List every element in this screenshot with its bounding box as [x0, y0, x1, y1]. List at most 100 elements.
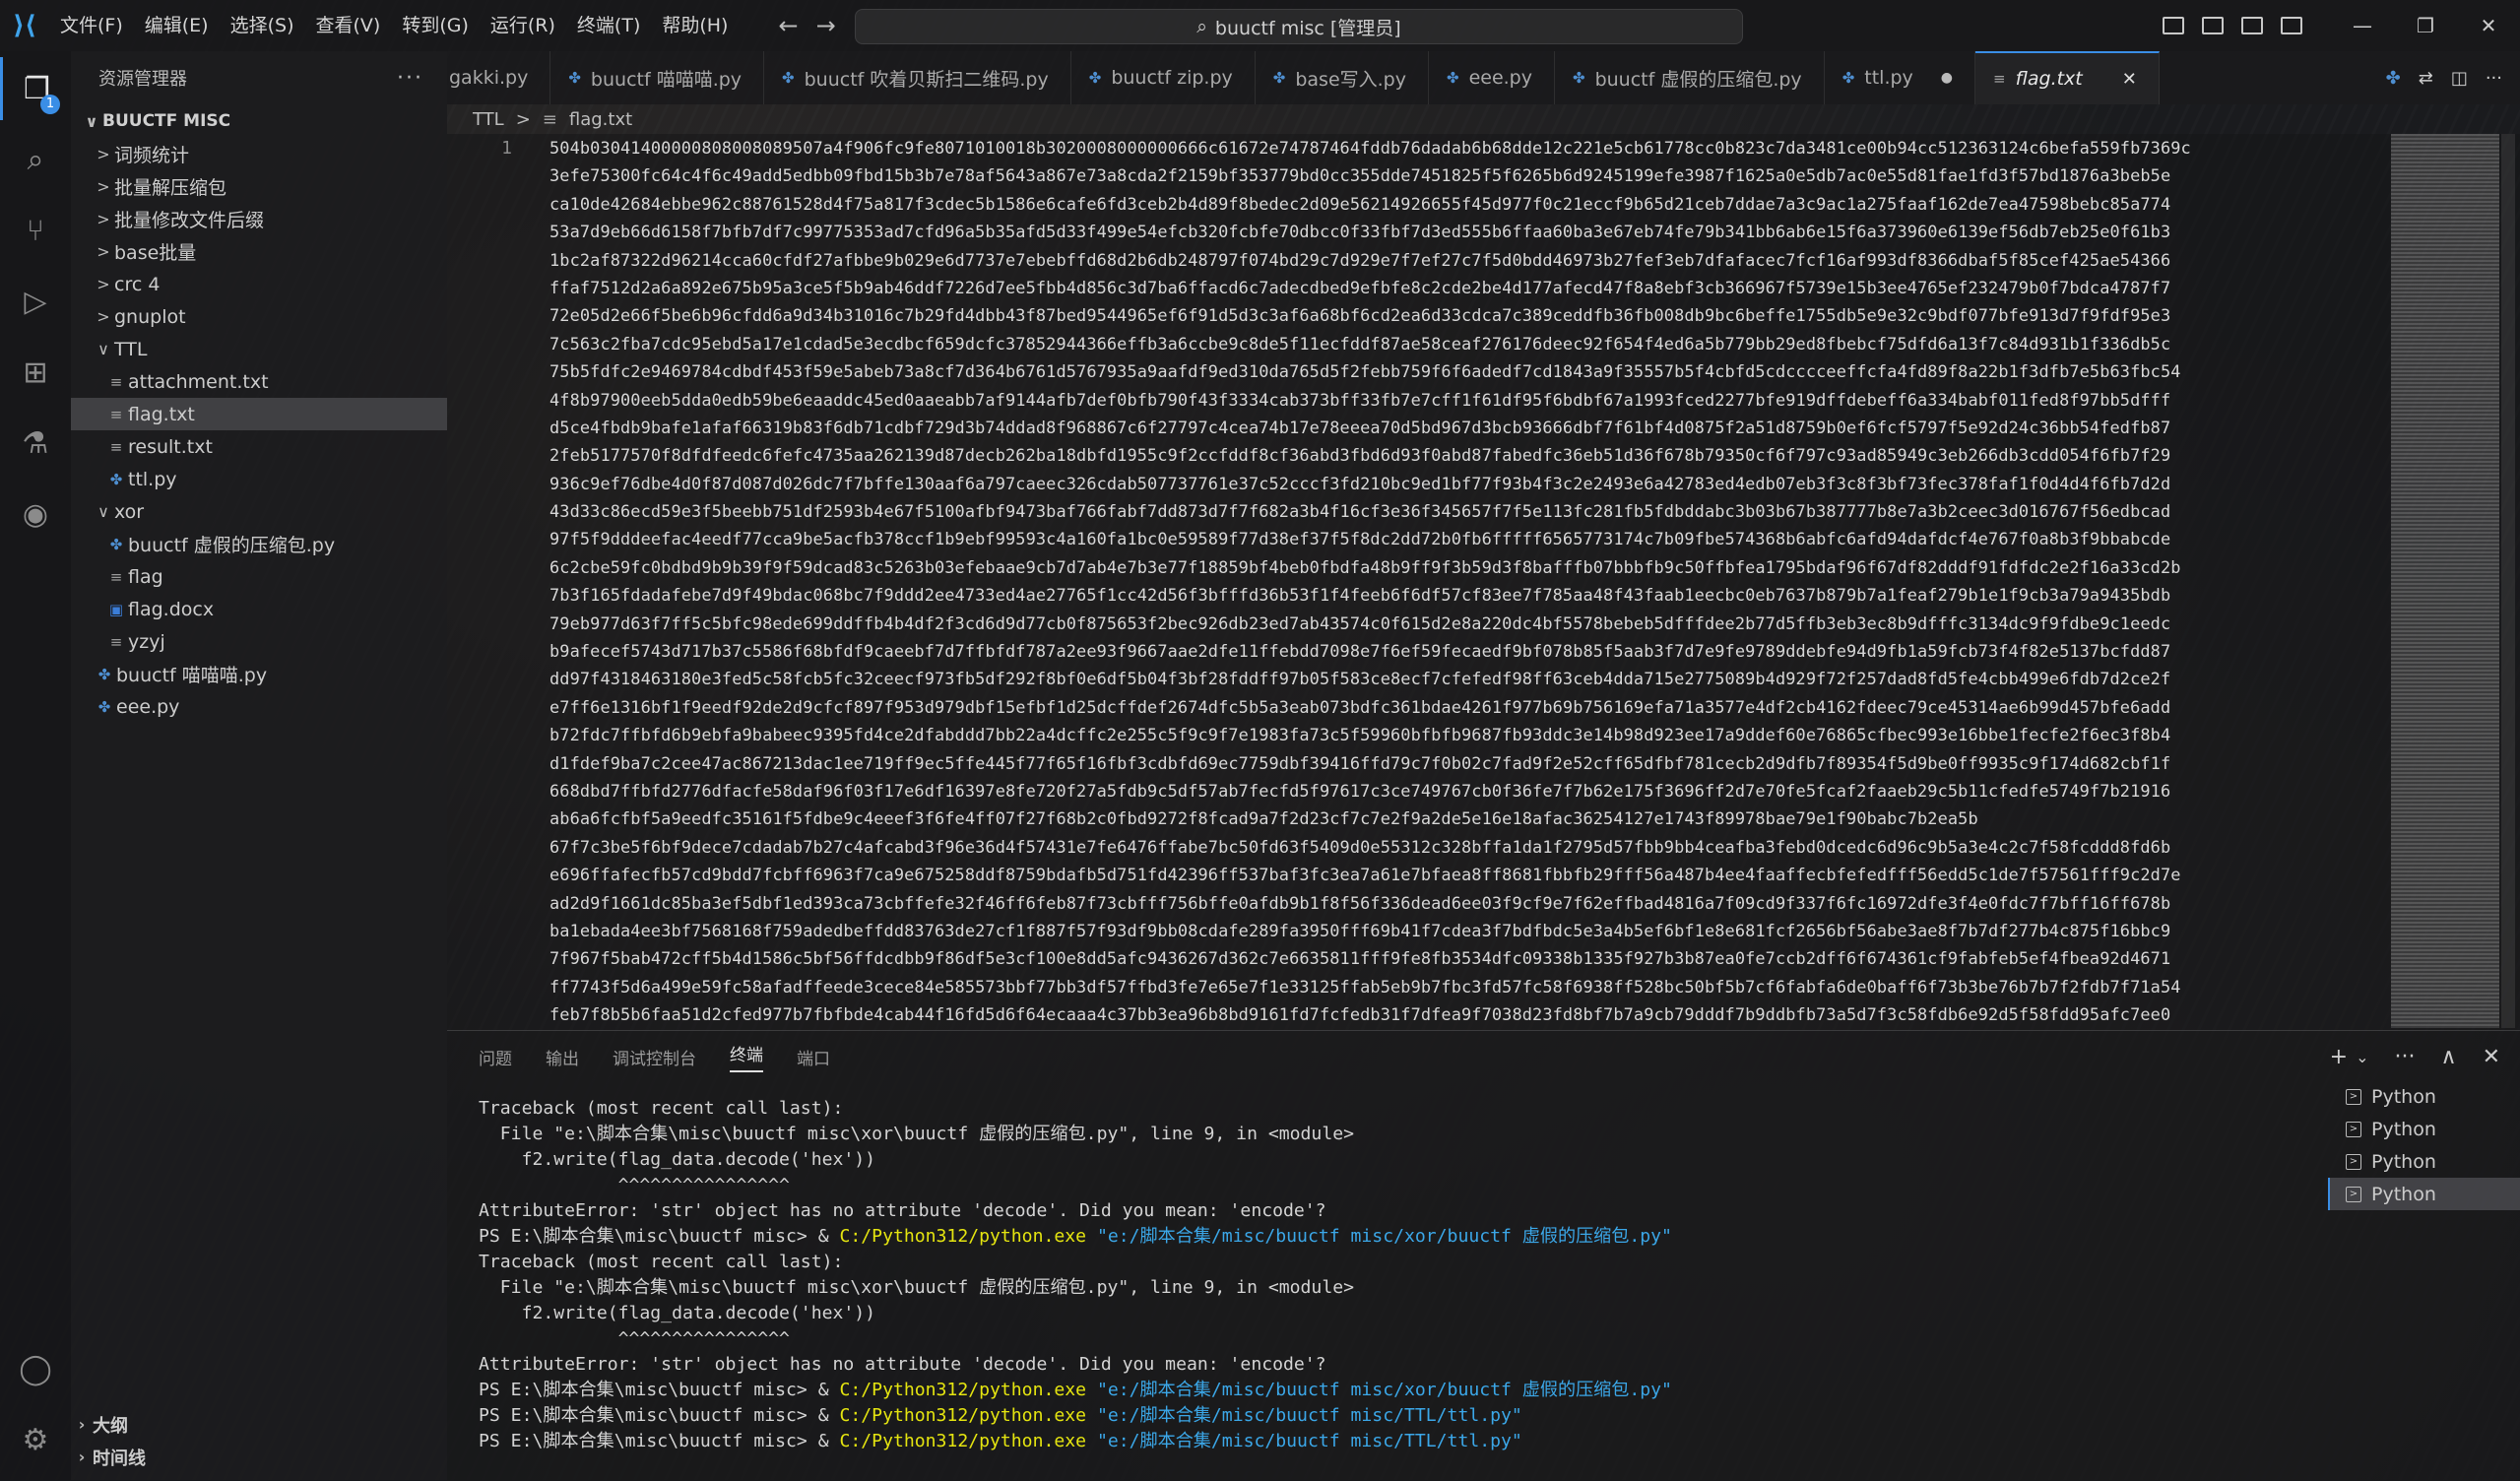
- more-actions-icon[interactable]: ···: [2486, 68, 2502, 89]
- command-center-search[interactable]: ⌕ buuctf misc [管理员]: [855, 9, 1743, 44]
- tree-file-eee-py[interactable]: ✤ eee.py: [71, 690, 447, 723]
- panel-tab-debug-console[interactable]: 调试控制台: [613, 1045, 696, 1069]
- terminal-instance-active[interactable]: > Python: [2328, 1178, 2520, 1210]
- tree-folder-ttl[interactable]: ∨ TTL: [71, 333, 447, 365]
- terminal-output[interactable]: Traceback (most recent call last): File …: [479, 1096, 2271, 1454]
- panel-tab-terminal[interactable]: 终端: [730, 1041, 763, 1072]
- terminal-instance[interactable]: > Python: [2328, 1080, 2520, 1113]
- tab-eee-py[interactable]: ✤ eee.py: [1429, 51, 1555, 104]
- editor-text[interactable]: 504b03041400000808008089507a4f906fc9fe80…: [549, 134, 2371, 1029]
- tab-gakki-py[interactable]: gakki.py: [447, 51, 551, 104]
- customize-layout-icon[interactable]: [2281, 17, 2302, 34]
- menu-view[interactable]: 查看(V): [305, 0, 392, 51]
- tab-bass-qr-py[interactable]: ✤ buuctf 吹着贝斯扫二维码.py: [764, 51, 1071, 104]
- tree-folder-xor[interactable]: ∨ xor: [71, 495, 447, 528]
- tree-file-result-txt[interactable]: ≡ result.txt: [71, 430, 447, 463]
- account-icon[interactable]: ◯: [0, 1337, 71, 1400]
- extensions-icon[interactable]: ⊞: [0, 341, 71, 404]
- tab-fake-zip-py[interactable]: ✤ buuctf 虚假的压缩包.py: [1555, 51, 1825, 104]
- more-actions-icon[interactable]: ···: [397, 66, 423, 91]
- menu-run[interactable]: 运行(R): [480, 0, 566, 51]
- terminal-instance[interactable]: > Python: [2328, 1113, 2520, 1145]
- terminal-instance[interactable]: > Python: [2328, 1145, 2520, 1178]
- menu-file[interactable]: 文件(F): [49, 0, 134, 51]
- terminal-text: AttributeError: 'str' object has no attr…: [479, 1354, 1326, 1375]
- tab-meow-py[interactable]: ✤ buuctf 喵喵喵.py: [550, 51, 765, 104]
- terminal-text: f2.write(flag_data.decode('hex')): [479, 1303, 876, 1323]
- code-line: 7c563c2fba7cdc95ebd5a17e1cdad5e3ecdbcf65…: [549, 333, 2171, 354]
- source-control-icon[interactable]: ⑂: [0, 199, 71, 262]
- close-window-icon[interactable]: ✕: [2457, 14, 2520, 37]
- tab-zip-py[interactable]: ✤ buuctf zip.py: [1071, 51, 1256, 104]
- tree-file-flag-txt[interactable]: ≡ flag.txt: [71, 398, 447, 430]
- explorer-title: 资源管理器: [98, 69, 187, 90]
- panel-tab-output[interactable]: 输出: [546, 1045, 579, 1069]
- terminal-exe-path: C:/Python312/python.exe: [839, 1405, 1087, 1426]
- tree-folder-batch-rename[interactable]: > 批量修改文件后缀: [71, 203, 447, 235]
- menu-selection[interactable]: 选择(S): [220, 0, 305, 51]
- toggle-primary-sidebar-icon[interactable]: [2163, 17, 2184, 34]
- tab-label: buuctf zip.py: [1111, 67, 1233, 89]
- close-tab-icon[interactable]: ✕: [2122, 69, 2137, 90]
- tab-label: gakki.py: [449, 67, 529, 89]
- python-file-icon: ✤: [782, 69, 795, 87]
- run-python-icon[interactable]: ✤: [2386, 68, 2401, 89]
- tree-folder-crc4[interactable]: > crc 4: [71, 268, 447, 300]
- explorer-icon[interactable]: ❐ 1: [0, 57, 71, 120]
- search-view-icon[interactable]: ⌕: [0, 128, 71, 191]
- tree-file-attachment-txt[interactable]: ≡ attachment.txt: [71, 365, 447, 398]
- menu-go[interactable]: 转到(G): [391, 0, 480, 51]
- minimize-icon[interactable]: —: [2331, 14, 2394, 37]
- tree-folder-gnuplot[interactable]: > gnuplot: [71, 300, 447, 333]
- workspace-root[interactable]: ∨ BUUCTF MISC: [71, 104, 447, 138]
- chevron-down-icon[interactable]: ⌄: [2356, 1048, 2368, 1066]
- tree-file-flag-docx[interactable]: ▣ flag.docx: [71, 593, 447, 625]
- terminal-icon: >: [2346, 1153, 2361, 1170]
- close-panel-icon[interactable]: ✕: [2483, 1045, 2500, 1069]
- more-actions-icon[interactable]: ···: [2394, 1045, 2415, 1069]
- command-center-text: buuctf misc [管理员]: [1214, 17, 1401, 39]
- vertical-scrollbar[interactable]: [2501, 134, 2515, 1028]
- tree-file-yzyj[interactable]: ≡ yzyj: [71, 625, 447, 658]
- activity-bar: ❐ 1 ⌕ ⑂ ▷ ⊞ ⚗ ◉ ◯ ⚙: [0, 51, 71, 1480]
- split-editor-icon[interactable]: ◫: [2451, 68, 2468, 89]
- menu-edit[interactable]: 编辑(E): [134, 0, 220, 51]
- timeline-section[interactable]: › 时间线: [71, 1441, 447, 1473]
- tree-folder-batch-unzip[interactable]: > 批量解压缩包: [71, 170, 447, 203]
- tree-file-meow-py[interactable]: ✤ buuctf 喵喵喵.py: [71, 658, 447, 690]
- tree-file-flag[interactable]: ≡ flag: [71, 560, 447, 593]
- tab-label: buuctf 吹着贝斯扫二维码.py: [804, 68, 1049, 91]
- menu-help[interactable]: 帮助(H): [651, 0, 739, 51]
- new-terminal-icon[interactable]: +: [2330, 1045, 2348, 1069]
- breadcrumb-folder[interactable]: TTL: [473, 109, 504, 130]
- forward-arrow-icon[interactable]: →: [816, 12, 836, 39]
- outline-section[interactable]: › 大纲: [71, 1408, 447, 1441]
- code-line: ca10de42684ebbe962c88761528d4f75a817f3cd…: [549, 193, 2171, 214]
- breadcrumb-file[interactable]: flag.txt: [569, 109, 632, 130]
- settings-gear-icon[interactable]: ⚙: [0, 1408, 71, 1471]
- tree-file-fake-zip-py[interactable]: ✤ buuctf 虚假的压缩包.py: [71, 528, 447, 560]
- menu-terminal[interactable]: 终端(T): [566, 0, 651, 51]
- tree-folder-cipin[interactable]: > 词频统计: [71, 138, 447, 170]
- tree-folder-base[interactable]: > base批量: [71, 235, 447, 268]
- remote-explorer-icon[interactable]: ◉: [0, 483, 71, 546]
- open-changes-icon[interactable]: ⇄: [2419, 68, 2433, 89]
- toggle-secondary-sidebar-icon[interactable]: [2241, 17, 2263, 34]
- testing-icon[interactable]: ⚗: [0, 412, 71, 475]
- tree-file-ttl-py[interactable]: ✤ ttl.py: [71, 463, 447, 495]
- back-arrow-icon[interactable]: ←: [778, 12, 798, 39]
- tab-base-write-py[interactable]: ✤ base写入.py: [1256, 51, 1429, 104]
- explorer-header: 资源管理器 ···: [71, 51, 447, 104]
- toggle-panel-icon[interactable]: [2202, 17, 2224, 34]
- panel-tab-ports[interactable]: 端口: [797, 1045, 830, 1069]
- run-debug-icon[interactable]: ▷: [0, 270, 71, 333]
- tab-flag-txt[interactable]: ≡ flag.txt ✕: [1975, 51, 2160, 104]
- code-line: 4f8b97900eeb5dda0edb59be6eaaddc45ed0aaea…: [549, 389, 2171, 410]
- panel-tab-problems[interactable]: 问题: [479, 1045, 512, 1069]
- tab-ttl-py[interactable]: ✤ ttl.py ●: [1825, 51, 1976, 104]
- code-editor[interactable]: 1 504b03041400000808008089507a4f906fc9fe…: [447, 134, 2520, 1030]
- python-file-icon: ✤: [109, 535, 123, 553]
- restore-icon[interactable]: ❐: [2394, 14, 2457, 37]
- minimap[interactable]: [2391, 134, 2499, 1028]
- maximize-panel-icon[interactable]: ∧: [2440, 1045, 2456, 1069]
